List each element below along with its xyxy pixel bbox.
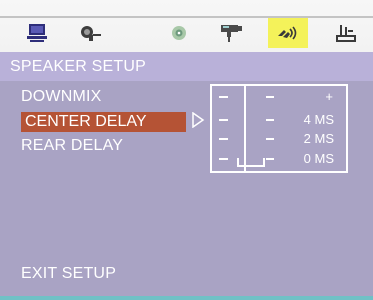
tab-speaker[interactable] [268, 18, 308, 48]
slider-label-0ms: 0 MS [303, 151, 334, 166]
slider-tick [266, 138, 274, 140]
slider-label-2ms: 2 MS [303, 131, 334, 146]
slider-tick [219, 96, 228, 98]
slider-tick [266, 96, 274, 98]
page-title-bar: SPEAKER SETUP [0, 52, 373, 81]
speaker-setup-screen: SPEAKER SETUP DOWNMIX CENTER DELAY REAR … [0, 0, 373, 300]
bottom-border [0, 296, 373, 300]
tab-disc[interactable] [152, 18, 206, 48]
language-icon [81, 26, 101, 41]
page-title: SPEAKER SETUP [10, 58, 146, 75]
menu-item-center-delay-label: CENTER DELAY [25, 113, 147, 130]
video-icon [221, 25, 242, 42]
menu-item-center-delay[interactable]: CENTER DELAY [21, 112, 186, 132]
menu-item-rear-delay[interactable]: REAR DELAY [21, 137, 123, 155]
speaker-icon [278, 26, 297, 40]
slider-tick [219, 158, 228, 160]
selection-arrow-icon [192, 112, 205, 128]
disc-icon [172, 26, 186, 40]
category-tab-bar [0, 0, 373, 52]
tab-preferences[interactable] [322, 18, 370, 48]
tab-language[interactable] [64, 18, 118, 48]
slider-label-max: + [325, 89, 333, 104]
slider-tick [219, 138, 228, 140]
tab-video[interactable] [204, 18, 258, 48]
slider-tick [266, 158, 274, 160]
monitor-icon [27, 24, 47, 42]
menu-item-downmix[interactable]: DOWNMIX [21, 88, 102, 106]
exit-setup-button[interactable]: EXIT SETUP [21, 265, 116, 283]
preferences-icon [336, 25, 356, 42]
slider-tick [266, 119, 274, 121]
tab-monitor[interactable] [10, 18, 64, 48]
slider-tick [219, 119, 228, 121]
slider-handle[interactable] [237, 158, 265, 167]
slider-label-4ms: 4 MS [303, 112, 334, 127]
